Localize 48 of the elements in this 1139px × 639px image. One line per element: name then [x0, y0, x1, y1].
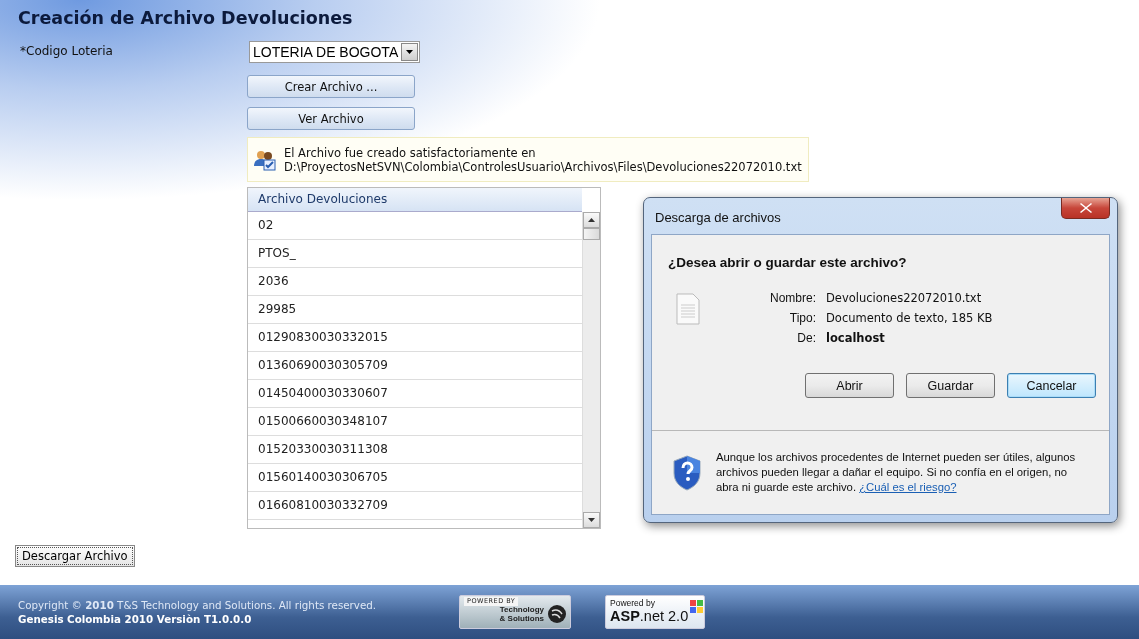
warning-text: Aunque los archivos procedentes de Internet pueden ser útiles, algunos archivos pueden llegar a dañar el equipo. Si no confía en el origen, no abra ni guarde este archivo. ¿Cuál es el riesgo? — [716, 450, 1077, 495]
table-cell: 01520330030311308 — [248, 436, 582, 464]
field-value: Devoluciones22072010.txt — [826, 291, 983, 305]
field-value: Documento de texto, 185 KB — [826, 311, 993, 325]
windows-flag-icon — [690, 600, 705, 614]
table-cell: 29985 — [248, 296, 582, 324]
dialog-question: ¿Desea abrir o guardar este archivo? — [667, 254, 908, 272]
scroll-down-icon[interactable] — [583, 512, 600, 528]
copyright-text: Copyright © 2010 T&S Technology and Solutions. All rights reserved. — [18, 598, 378, 612]
table-cell: 01360690030305709 — [248, 352, 582, 380]
table-cell: 01290830030332015 — [248, 324, 582, 352]
action-button[interactable]: Ver Archivo — [247, 107, 415, 130]
field-label: Nombre: — [769, 291, 816, 305]
field-label: De: — [796, 331, 816, 345]
page-title: Creación de Archivo Devoluciones — [17, 7, 354, 30]
table-cell: 01500660030348107 — [248, 408, 582, 436]
table-cell: 2036 — [248, 268, 582, 296]
lottery-select[interactable]: LOTERIA DE BOGOTA — [249, 41, 421, 63]
dialog-button[interactable]: Abrir — [805, 373, 894, 398]
disc-logo-icon — [548, 605, 566, 623]
badge-caption: Powered by — [610, 598, 656, 608]
download-button[interactable]: Descargar Archivo — [15, 545, 135, 567]
column-header: Archivo Devoluciones — [248, 188, 582, 212]
field-value: localhost — [826, 331, 886, 345]
scroll-up-icon[interactable] — [583, 212, 600, 228]
version-text: Genesis Colombia 2010 Versiòn T1.0.0.0 — [18, 612, 253, 626]
table-cell: 02 — [248, 212, 582, 240]
field-label: Tipo: — [788, 311, 816, 325]
scroll-thumb[interactable] — [583, 228, 600, 240]
table-cell: 01450400030330607 — [248, 380, 582, 408]
close-button[interactable] — [1061, 198, 1110, 219]
dialog-button[interactable]: Cancelar — [1007, 373, 1096, 398]
field-label: *Codigo Loteria — [19, 43, 114, 60]
dialog-button[interactable]: Guardar — [906, 373, 995, 398]
shield-question-icon — [672, 454, 702, 491]
action-button[interactable]: Crear Archivo ... — [247, 75, 415, 98]
document-icon — [676, 293, 700, 325]
badge-wordmark: Technology & Solutions — [499, 605, 544, 623]
status-message: El Archivo fue creado satisfactoriamente en D:\ProyectosNetSVN\Colombia\ControlesUsuario\Archivos\Files\Devoluciones22072010.txt — [284, 145, 802, 174]
scrollbar[interactable] — [582, 212, 600, 528]
table-cell: PTOS_ — [248, 240, 582, 268]
dialog-title: Descarga de archivos — [655, 210, 781, 225]
users-check-icon — [254, 148, 276, 171]
close-icon[interactable] — [1079, 203, 1092, 213]
risk-link[interactable]: ¿Cuál es el riesgo? — [859, 481, 957, 493]
badge-wordmark: ASP.net 2.0 — [610, 608, 689, 625]
table-cell: 01560140030306705 — [248, 464, 582, 492]
table-cell: 01660810030332709 — [248, 492, 582, 520]
